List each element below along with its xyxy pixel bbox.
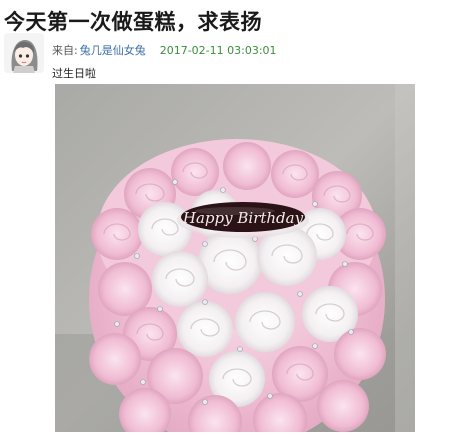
birthday-cake-photo-icon: Happy Birthday bbox=[55, 84, 415, 432]
post-title: 今天第一次做蛋糕，求表扬 bbox=[4, 10, 262, 34]
author-avatar[interactable] bbox=[4, 33, 44, 73]
post-timestamp: 2017-02-11 03:03:01 bbox=[159, 44, 277, 57]
forum-post: 今天第一次做蛋糕，求表扬 来自: 兔几是仙女兔 2017-02-11 03:03:0… bbox=[0, 0, 450, 435]
plaque-text: Happy Birthday bbox=[182, 209, 304, 227]
post-meta: 来自: 兔几是仙女兔 2017-02-11 03:03:01 bbox=[52, 42, 277, 58]
cake-photo[interactable]: Happy Birthday bbox=[55, 84, 415, 432]
author-link[interactable]: 兔几是仙女兔 bbox=[80, 44, 146, 57]
post-caption: 过生日啦 bbox=[52, 67, 96, 80]
anime-girl-avatar-icon bbox=[4, 33, 44, 73]
from-label: 来自: bbox=[52, 44, 78, 57]
